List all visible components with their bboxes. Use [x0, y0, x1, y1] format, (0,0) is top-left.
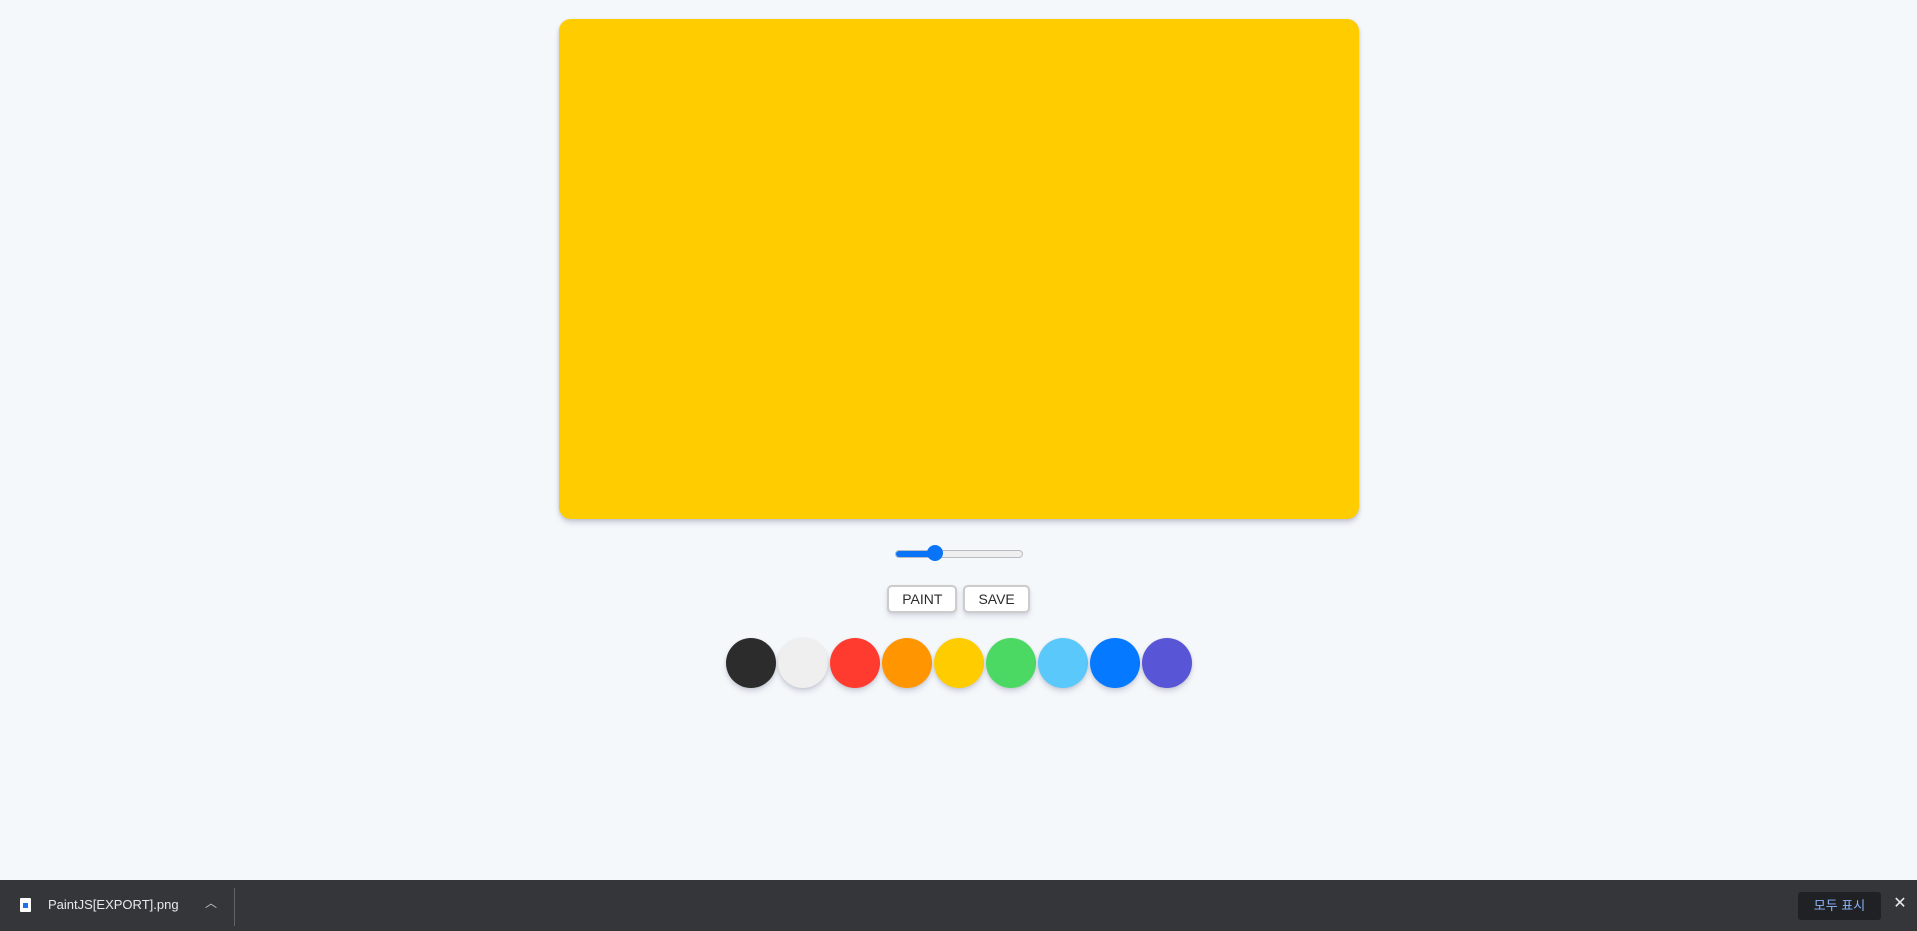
color-swatch[interactable]: [933, 638, 984, 688]
brush-size-slider[interactable]: [895, 545, 1023, 563]
color-swatch[interactable]: [1037, 638, 1088, 688]
paint-canvas[interactable]: [559, 19, 1359, 519]
file-image-icon: [20, 898, 31, 912]
color-swatch[interactable]: [777, 638, 828, 688]
control-buttons: Paint Save: [0, 585, 1917, 613]
paint-app: Paint Save: [0, 0, 1917, 880]
download-file-name: PaintJS[EXPORT].png: [48, 897, 179, 912]
color-palette: [0, 638, 1917, 688]
color-swatch[interactable]: [725, 638, 776, 688]
color-swatch[interactable]: [829, 638, 880, 688]
save-button[interactable]: Save: [963, 585, 1030, 613]
close-icon[interactable]: ✕: [1892, 896, 1908, 912]
slider-thumb[interactable]: [927, 545, 943, 561]
show-all-button[interactable]: 모두 표시: [1798, 892, 1881, 920]
download-item[interactable]: PaintJS[EXPORT].png ︿: [0, 880, 234, 931]
slider-track[interactable]: [895, 550, 1023, 558]
color-swatch[interactable]: [985, 638, 1036, 688]
color-swatch[interactable]: [1089, 638, 1140, 688]
download-divider: [234, 888, 235, 926]
color-swatch[interactable]: [1141, 638, 1192, 688]
download-bar: PaintJS[EXPORT].png ︿ 모두 표시 ✕: [0, 880, 1917, 931]
color-swatch[interactable]: [881, 638, 932, 688]
mode-button[interactable]: Paint: [887, 585, 958, 613]
chevron-up-icon[interactable]: ︿: [204, 896, 218, 910]
